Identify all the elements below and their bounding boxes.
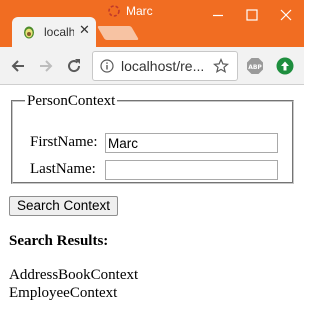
search-results-heading: Search Results: bbox=[9, 233, 109, 249]
last-name-input[interactable] bbox=[105, 160, 278, 180]
svg-text:ABP: ABP bbox=[248, 64, 262, 71]
forward-arrow-icon[interactable] bbox=[37, 57, 55, 75]
page-content: PersonContext FirstName: LastName: Searc… bbox=[0, 86, 304, 336]
new-tab-button[interactable] bbox=[96, 26, 140, 40]
person-context-fieldset: PersonContext FirstName: LastName: bbox=[11, 94, 294, 184]
browser-toolbar: localhost/re... ABP bbox=[0, 47, 304, 85]
fieldset-legend: PersonContext bbox=[27, 93, 116, 109]
last-name-label: LastName: bbox=[30, 161, 96, 177]
minimize-icon[interactable] bbox=[201, 0, 235, 30]
first-name-input[interactable] bbox=[105, 133, 278, 153]
results-list: AddressBookContext EmployeeContext bbox=[9, 266, 138, 302]
browser-tab[interactable]: localhost/re... ✕ bbox=[12, 17, 96, 47]
browser-titlebar: localhost/re... ✕ Marc bbox=[0, 0, 304, 47]
avocado-icon bbox=[24, 26, 34, 39]
extension-icon[interactable] bbox=[276, 57, 294, 75]
list-item: AddressBookContext bbox=[9, 267, 139, 283]
close-icon[interactable] bbox=[269, 0, 303, 30]
maximize-icon[interactable] bbox=[235, 0, 269, 30]
tab-title: localhost/re... bbox=[44, 25, 74, 39]
star-icon[interactable] bbox=[213, 58, 229, 74]
url-text[interactable]: localhost/re... bbox=[121, 58, 209, 74]
profile-name[interactable]: Marc bbox=[126, 4, 153, 18]
profile-icon[interactable] bbox=[108, 5, 120, 17]
adblock-plus-icon[interactable]: ABP bbox=[246, 57, 264, 75]
list-item: EmployeeContext bbox=[9, 285, 118, 301]
back-arrow-icon[interactable] bbox=[9, 57, 27, 75]
info-icon[interactable] bbox=[100, 59, 114, 73]
search-context-button[interactable]: Search Context bbox=[9, 196, 118, 216]
address-bar[interactable]: localhost/re... bbox=[92, 51, 238, 81]
reload-icon[interactable] bbox=[65, 57, 83, 75]
tab-close-icon[interactable]: ✕ bbox=[79, 24, 90, 38]
first-name-label: FirstName: bbox=[30, 134, 98, 150]
